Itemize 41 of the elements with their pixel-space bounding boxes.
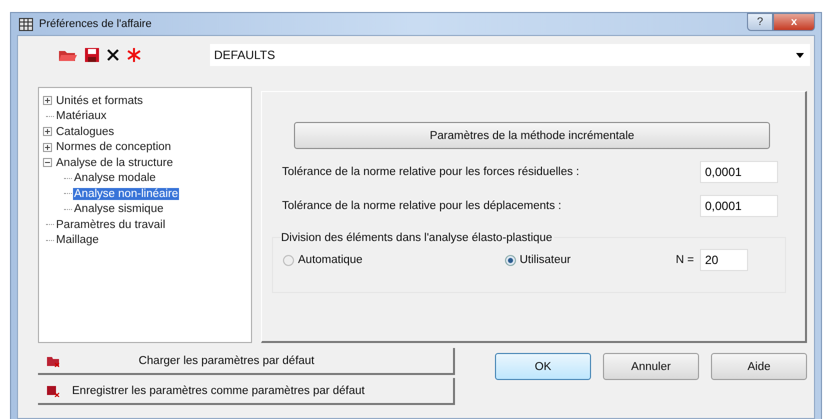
collapse-icon[interactable] — [43, 158, 52, 168]
tree-item[interactable]: Normes de conception — [55, 141, 172, 154]
method-button[interactable]: Paramètres de la méthode incrémentale — [294, 122, 770, 149]
save-icon[interactable] — [84, 47, 100, 63]
tree-item[interactable]: Catalogues — [55, 126, 116, 138]
ok-button[interactable]: OK — [495, 353, 591, 380]
radio-label: Utilisateur — [520, 254, 571, 266]
tree-item[interactable]: Analyse sismique — [73, 203, 164, 216]
expand-icon[interactable] — [43, 142, 52, 152]
radio-button[interactable] — [283, 254, 294, 266]
cancel-button[interactable]: Annuler — [603, 353, 699, 380]
tree-item[interactable]: Unités et formats — [55, 94, 144, 107]
tree-item[interactable]: Analyse modale — [73, 172, 157, 184]
delete-icon[interactable] — [106, 48, 120, 62]
grid-icon — [19, 18, 33, 30]
preset-dropdown[interactable]: DEFAULTS — [210, 44, 810, 66]
field-label: Tolérance de la norme relative pour les forces résiduelles : — [282, 166, 580, 178]
help-button[interactable]: ? — [747, 13, 773, 31]
group-title: Division des éléments dans l'analyse élasto-plastique — [281, 232, 554, 244]
n-field[interactable]: 20 — [700, 249, 748, 271]
load-defaults-button[interactable]: Charger les paramètres par défaut — [38, 348, 455, 375]
expand-icon[interactable] — [43, 127, 52, 136]
radio-label: Automatique — [298, 254, 363, 266]
save-icon — [46, 384, 60, 396]
n-label: N = — [676, 254, 694, 266]
tree-item[interactable]: Matériaux — [55, 110, 108, 122]
radio-button[interactable] — [504, 254, 516, 266]
tree-item[interactable]: Analyse non-linéaire — [73, 188, 180, 200]
tolerance-field[interactable]: 0,0001 — [700, 195, 778, 217]
field-label: Tolérance de la norme relative pour les déplacements : — [282, 200, 562, 212]
help-text-button[interactable]: Aide — [711, 353, 807, 380]
window-title: Préférences de l'affaire — [39, 18, 152, 30]
tree-item[interactable]: Paramètres du travail — [55, 218, 166, 231]
expand-icon[interactable] — [43, 96, 52, 106]
folder-icon — [46, 354, 60, 366]
tolerance-field[interactable]: 0,0001 — [700, 161, 778, 183]
asterisk-icon[interactable] — [126, 47, 142, 63]
tree-item[interactable]: Analyse de la structure — [55, 156, 174, 169]
tree-item[interactable]: Maillage — [55, 234, 100, 246]
save-defaults-button[interactable]: Enregistrer les paramètres comme paramètres par défaut — [38, 378, 455, 405]
caret-icon — [796, 52, 804, 58]
